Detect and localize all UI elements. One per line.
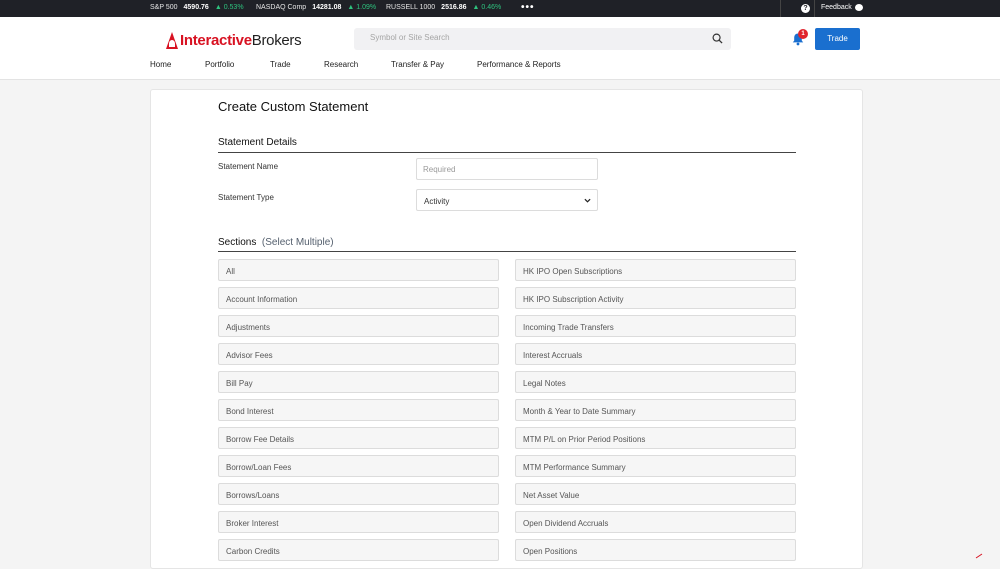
statement-name-input[interactable]	[416, 158, 598, 180]
ticker-name: NASDAQ Comp	[256, 4, 307, 11]
option-label: HK IPO Subscription Activity	[523, 295, 624, 304]
section-option[interactable]: Bill Pay	[218, 371, 499, 393]
section-option[interactable]: All	[218, 259, 499, 281]
site-search	[354, 28, 731, 50]
nav-home[interactable]: Home	[150, 60, 171, 69]
section-option[interactable]: Carbon Credits	[218, 539, 499, 561]
option-label: Borrow/Loan Fees	[226, 463, 292, 472]
option-label: Broker Interest	[226, 519, 279, 528]
section-option[interactable]: HK IPO Subscription Activity	[515, 287, 796, 309]
section-option[interactable]: Adjustments	[218, 315, 499, 337]
section-option[interactable]: Borrow Fee Details	[218, 427, 499, 449]
section-option[interactable]: Open Positions	[515, 539, 796, 561]
statement-type-label: Statement Type	[218, 193, 274, 202]
section-divider	[218, 251, 796, 252]
section-option[interactable]: MTM P/L on Prior Period Positions	[515, 427, 796, 449]
option-label: MTM Performance Summary	[523, 463, 626, 472]
statement-type-value: Activity	[424, 197, 450, 206]
section-option[interactable]: Bond Interest	[218, 399, 499, 421]
feedback-label: Feedback	[821, 4, 852, 11]
option-label: HK IPO Open Subscriptions	[523, 267, 623, 276]
section-option[interactable]: Interest Accruals	[515, 343, 796, 365]
ticker-russell[interactable]: RUSSELL 1000 2516.86 ▲ 0.46%	[386, 4, 501, 11]
option-label: Adjustments	[226, 323, 271, 332]
logo-text: InteractiveBrokers	[180, 32, 302, 49]
ticker-sp500[interactable]: S&P 500 4590.76 ▲ 0.53%	[150, 4, 244, 11]
section-option[interactable]: Broker Interest	[218, 511, 499, 533]
notification-badge: 1	[798, 29, 808, 39]
statement-type-select[interactable]: Activity	[416, 189, 598, 211]
market-ticker-bar: S&P 500 4590.76 ▲ 0.53% NASDAQ Comp 1428…	[0, 0, 1000, 17]
option-label: Borrow Fee Details	[226, 435, 295, 444]
option-label: MTM P/L on Prior Period Positions	[523, 435, 646, 444]
option-label: Month & Year to Date Summary	[523, 407, 636, 416]
option-label: Net Asset Value	[523, 491, 580, 500]
trade-button[interactable]: Trade	[815, 28, 860, 50]
section-option[interactable]: HK IPO Open Subscriptions	[515, 259, 796, 281]
section-option[interactable]: Advisor Fees	[218, 343, 499, 365]
logo-mark-icon	[166, 32, 178, 49]
sections-hint: (Select Multiple)	[261, 237, 334, 248]
ticker-value: 4590.76	[183, 4, 209, 11]
nav-research[interactable]: Research	[324, 60, 358, 69]
section-option[interactable]: Net Asset Value	[515, 483, 796, 505]
section-option[interactable]: Borrows/Loans	[218, 483, 499, 505]
ticker-value: 14281.08	[312, 4, 342, 11]
section-option[interactable]: MTM Performance Summary	[515, 455, 796, 477]
sections-heading: Sections (Select Multiple)	[218, 237, 334, 248]
divider	[814, 0, 815, 17]
statement-details-heading: Statement Details	[218, 137, 297, 148]
ticker-name: RUSSELL 1000	[386, 4, 436, 11]
nav-portfolio[interactable]: Portfolio	[205, 60, 234, 69]
option-label: Bill Pay	[226, 379, 253, 388]
section-divider	[218, 152, 796, 153]
option-label: Account Information	[226, 295, 298, 304]
feedback-button[interactable]: Feedback	[821, 4, 863, 11]
ticker-name: S&P 500	[150, 4, 178, 11]
resize-grip-icon	[975, 553, 983, 559]
option-label: Legal Notes	[523, 379, 566, 388]
option-label: Open Positions	[523, 547, 578, 556]
statement-form-card: Create Custom Statement Statement Detail…	[150, 89, 863, 569]
chevron-down-icon	[584, 198, 591, 203]
ticker-change: ▲ 0.46%	[472, 4, 502, 11]
logo-brokers: Brokers	[251, 32, 302, 49]
brand-logo[interactable]: InteractiveBrokers	[166, 32, 302, 49]
statement-name-label: Statement Name	[218, 162, 279, 171]
nav-transfer-pay[interactable]: Transfer & Pay	[391, 60, 444, 69]
option-label: Incoming Trade Transfers	[523, 323, 614, 332]
help-icon[interactable]: ?	[801, 4, 810, 13]
page-title: Create Custom Statement	[218, 99, 369, 114]
chat-bubble-icon	[854, 4, 863, 11]
nav-performance-reports[interactable]: Performance & Reports	[477, 60, 561, 69]
option-label: Interest Accruals	[523, 351, 583, 360]
section-option[interactable]: Account Information	[218, 287, 499, 309]
option-label: Advisor Fees	[226, 351, 273, 360]
main-nav: Home Portfolio Trade Research Transfer &…	[0, 60, 1000, 74]
option-label: Borrows/Loans	[226, 491, 280, 500]
section-option[interactable]: Borrow/Loan Fees	[218, 455, 499, 477]
option-label: Open Dividend Accruals	[523, 519, 609, 528]
ticker-change: ▲ 0.53%	[214, 4, 244, 11]
site-header: InteractiveBrokers 1 Trade Home Portfoli…	[0, 17, 1000, 80]
section-option[interactable]: Incoming Trade Transfers	[515, 315, 796, 337]
divider	[780, 0, 781, 17]
option-label: All	[226, 267, 235, 276]
section-option[interactable]: Month & Year to Date Summary	[515, 399, 796, 421]
more-tickers-button[interactable]: •••	[521, 2, 535, 13]
ticker-change: ▲ 1.09%	[347, 4, 377, 11]
logo-interactive: Interactive	[180, 32, 252, 49]
search-icon[interactable]	[712, 33, 723, 44]
sections-heading-text: Sections	[218, 237, 257, 248]
search-input[interactable]	[370, 33, 700, 42]
nav-trade[interactable]: Trade	[270, 60, 291, 69]
ticker-nasdaq[interactable]: NASDAQ Comp 14281.08 ▲ 1.09%	[256, 4, 376, 11]
section-option[interactable]: Open Dividend Accruals	[515, 511, 796, 533]
section-option[interactable]: Legal Notes	[515, 371, 796, 393]
option-label: Bond Interest	[226, 407, 274, 416]
ticker-value: 2516.86	[441, 4, 467, 11]
option-label: Carbon Credits	[226, 547, 280, 556]
